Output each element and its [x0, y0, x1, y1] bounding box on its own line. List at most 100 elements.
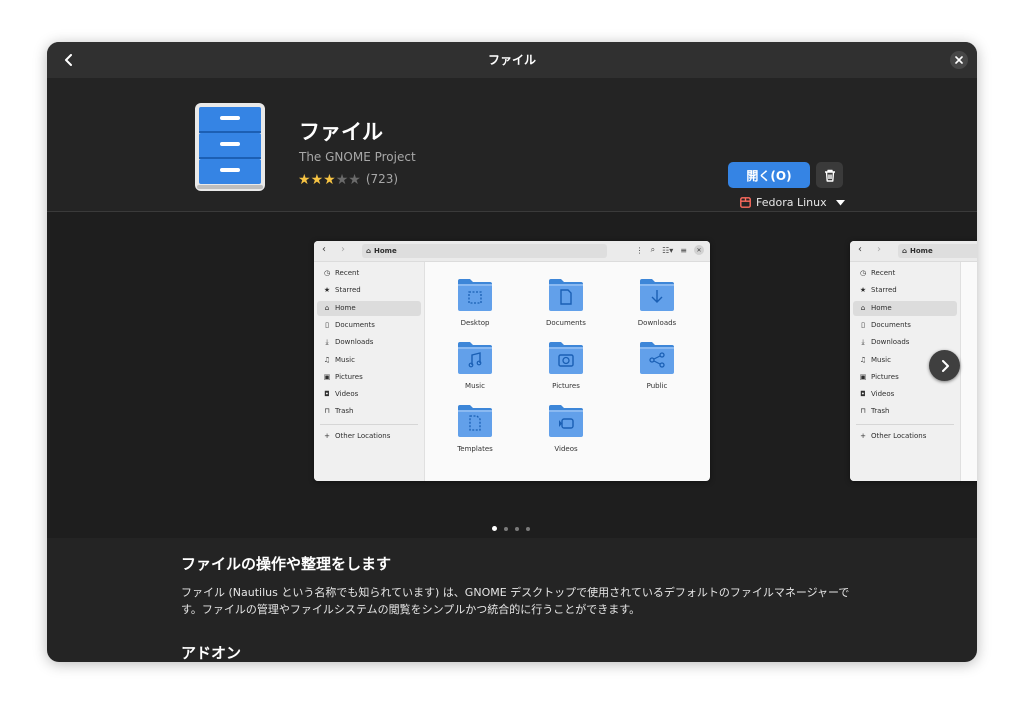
folder-icon — [549, 279, 583, 311]
document-icon: ▯ — [325, 320, 329, 329]
screenshot-path-bar: ⌂ Home — [362, 244, 607, 258]
screenshot-path-label: Home — [374, 247, 397, 255]
screenshot-sidebar-item: ⊓ Trash — [853, 404, 957, 419]
chevron-right-icon — [941, 359, 949, 372]
plus-icon: + — [324, 431, 330, 440]
plus-icon: + — [860, 431, 866, 440]
home-icon: ⌂ — [366, 247, 372, 255]
screenshot-folder: Public — [617, 339, 697, 399]
sidebar-divider — [856, 423, 954, 425]
screenshot-sidebar-item: ⤓ Downloads — [853, 335, 957, 350]
close-icon — [955, 56, 963, 64]
screenshot-sidebar-label: Other Locations — [335, 431, 391, 440]
folder-icon — [549, 405, 583, 437]
picture-icon: ▣ — [859, 372, 867, 381]
picture-icon: ▣ — [323, 372, 331, 381]
screenshot-sidebar-item: ⤓ Downloads — [317, 335, 421, 350]
source-label: Fedora Linux — [756, 196, 827, 209]
screenshot-sidebar-label: Downloads — [335, 338, 374, 347]
description-title: ファイルの操作や整理をします — [181, 555, 392, 573]
screenshot-sidebar-label: Home — [871, 303, 892, 312]
screenshot-folder: Documents — [526, 276, 606, 336]
document-icon: ▯ — [861, 320, 865, 329]
open-button[interactable]: 開く(O) — [728, 162, 810, 188]
kebab-menu-icon: ⋮ — [635, 245, 644, 255]
screenshot-toolbar: ‹ › ⌂Home ⋮ ⌕ ☷▾ ≡ ✕ — [314, 241, 710, 262]
clock-icon: ◷ — [859, 269, 867, 277]
screenshot-folder-label: Videos — [554, 445, 578, 453]
description-body: ファイル (Nautilus という名称でも知られています) は、GNOME デ… — [181, 586, 850, 616]
screenshot-sidebar-item: ◷ Recent — [853, 266, 957, 281]
hamburger-icon: ≡ — [680, 245, 687, 255]
star-icon: ★ — [859, 286, 867, 295]
screenshot-folder — [968, 276, 977, 336]
screenshot-sidebar-item: ▯ Documents — [853, 318, 957, 333]
rating-count: (723) — [365, 171, 399, 186]
screenshot-path-bar: ⌂ Home — [898, 244, 977, 258]
screenshot-sidebar-item: ◘ Videos — [317, 387, 421, 402]
screenshot-folder-label: Music — [465, 382, 485, 390]
gallery-next-button[interactable] — [929, 350, 960, 381]
screenshot-sidebar-label: Pictures — [871, 372, 899, 381]
download-icon: ⤓ — [861, 338, 865, 347]
screenshot-sidebar-label: Trash — [335, 407, 354, 416]
gallery-dot[interactable] — [526, 527, 530, 531]
sidebar-divider — [320, 423, 418, 425]
trash-icon: ⊓ — [324, 407, 330, 416]
screenshot-folder-label: Public — [646, 382, 668, 390]
star-icon: ★ — [323, 286, 331, 295]
chevron-right-icon: › — [877, 244, 881, 255]
screenshot-folder-label: Downloads — [637, 319, 677, 327]
music-icon: ♫ — [859, 355, 867, 364]
chevron-left-icon: ‹ — [858, 244, 862, 255]
gallery-dot[interactable] — [492, 526, 497, 531]
screenshot-sidebar-label: Music — [335, 355, 355, 364]
uninstall-button[interactable] — [816, 162, 843, 188]
source-selector[interactable]: Fedora Linux — [740, 196, 845, 209]
gallery-dot[interactable] — [504, 527, 508, 531]
screenshot-sidebar-label: Downloads — [871, 338, 910, 347]
view-options-icon: ☷▾ — [662, 245, 674, 255]
trash-icon: ⊓ — [860, 407, 866, 416]
download-icon: ⤓ — [325, 338, 329, 347]
screenshot-folder: Downloads — [617, 276, 697, 336]
screenshot-sidebar-label: Home — [335, 303, 356, 312]
chevron-right-icon: › — [341, 244, 345, 255]
screenshot-main[interactable]: ‹ › ⌂ Home ⋮ ⌕ ☷▾ ≡ ✕ ◷ Recent ★ Starred ⌂ Home ▯ Docume… — [314, 241, 710, 481]
screenshot-sidebar-label: Starred — [871, 286, 897, 295]
close-button[interactable] — [950, 51, 968, 69]
screenshot-folder-label: Templates — [457, 445, 493, 453]
search-icon: ⌕ — [650, 245, 656, 254]
screenshot-sidebar-item: ⌂ Home — [853, 300, 957, 316]
app-window: ファイル ファイル The GNOME Project ★★★★★ (723) … — [47, 42, 977, 662]
screenshot-sidebar-label: Videos — [871, 390, 895, 399]
trash-icon — [824, 169, 835, 182]
home-icon: ⌂ — [324, 303, 330, 312]
home-icon: ⌂ — [860, 303, 866, 312]
music-icon: ♫ — [323, 355, 331, 364]
screenshot-sidebar-item: ▯ Documents — [317, 318, 421, 333]
screenshot-folder: Templates — [435, 402, 515, 462]
video-icon: ◘ — [324, 390, 330, 399]
screenshot-sidebar-label: Pictures — [335, 372, 363, 381]
gallery-dot[interactable] — [515, 527, 519, 531]
screenshot-folder: Videos — [526, 402, 606, 462]
screenshot-toolbar: ‹›⌂Home⋮⌕☷▾≡✕ — [850, 241, 977, 262]
star-icon: ★ — [348, 172, 361, 188]
chevron-left-icon: ‹ — [322, 244, 326, 255]
folder-icon — [458, 342, 492, 374]
screenshot-sidebar-label: Music — [871, 355, 891, 364]
app-name: ファイル — [299, 120, 383, 144]
package-icon — [740, 197, 751, 208]
close-icon: ✕ — [694, 245, 704, 255]
folder-icon — [549, 342, 583, 374]
screenshot-sidebar-item: ◘ Videos — [853, 387, 957, 402]
screenshot-folder: Desktop — [435, 276, 515, 336]
screenshot-sidebar-item: ♫ Music — [317, 353, 421, 368]
screenshot-sidebar-label: Trash — [871, 407, 890, 416]
folder-icon — [640, 279, 674, 311]
screenshot-sidebar-item: ◷ Recent — [317, 266, 421, 281]
screenshot-folder-label: Desktop — [460, 319, 490, 327]
star-icon: ★ — [310, 172, 324, 188]
window-title: ファイル — [487, 53, 536, 67]
